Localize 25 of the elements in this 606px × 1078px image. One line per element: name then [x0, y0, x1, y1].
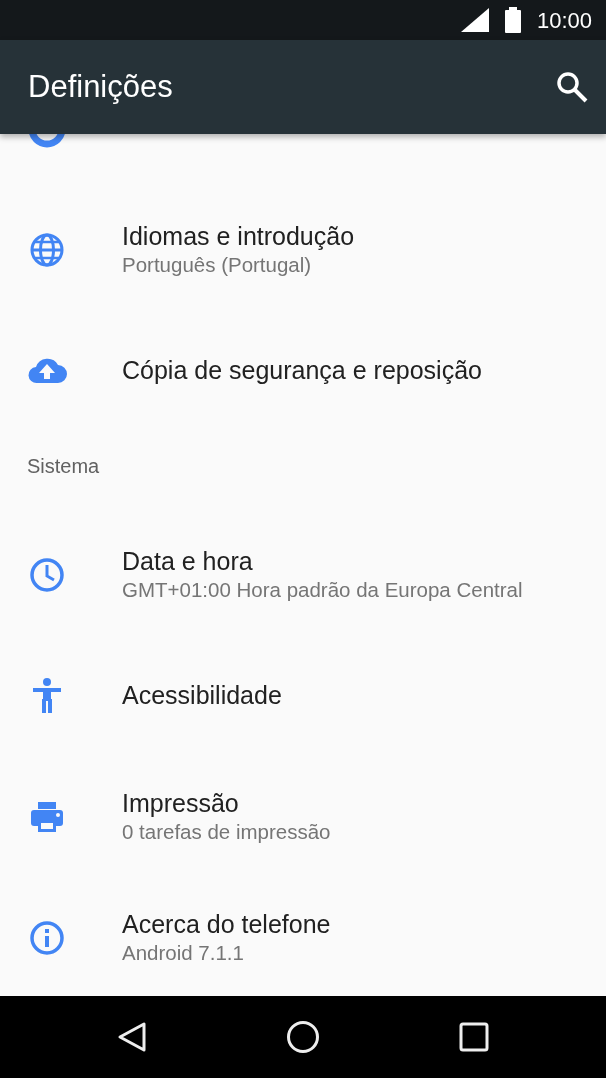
item-title: Cópia de segurança e reposição — [122, 355, 482, 387]
item-title: Data e hora — [122, 545, 254, 577]
signal-icon — [460, 8, 489, 32]
item-summary: 0 tarefas de impressão — [122, 819, 331, 846]
item-summary: Português (Portugal) — [122, 252, 313, 279]
item-title: Impressão — [122, 787, 240, 819]
settings-item[interactable]: Cópia de segurança e reposição — [0, 310, 606, 431]
settings-item[interactable]: Acessibilidade — [0, 635, 606, 756]
item-title: Acerca do telefone — [122, 908, 331, 940]
search-icon[interactable] — [556, 71, 588, 103]
item-title: Acessibilidade — [122, 680, 282, 712]
settings-item[interactable]: Acerca do telefone Android 7.1.1 — [0, 877, 606, 996]
app-bar-title: Definições — [28, 67, 173, 106]
settings-item[interactable]: Impressão 0 tarefas de impressão — [0, 756, 606, 877]
item-title: Idiomas e introdução — [122, 220, 355, 252]
settings-item[interactable]: Data e hora GMT+01:00 Hora padrão da Europa Central — [0, 514, 606, 635]
clock-time: 10:00 — [536, 6, 592, 35]
back-icon[interactable] — [117, 1021, 148, 1053]
settings-item[interactable]: Idiomas e introdução Português (Portugal) — [0, 189, 606, 310]
recents-icon[interactable] — [458, 1022, 489, 1052]
battery-icon — [504, 7, 521, 33]
item-summary: GMT+01:00 Hora padrão da Europa Central — [122, 577, 523, 604]
item-summary: Android 7.1.1 — [122, 940, 245, 967]
home-icon[interactable] — [286, 1020, 320, 1054]
section-header: Sistema — [27, 453, 100, 479]
